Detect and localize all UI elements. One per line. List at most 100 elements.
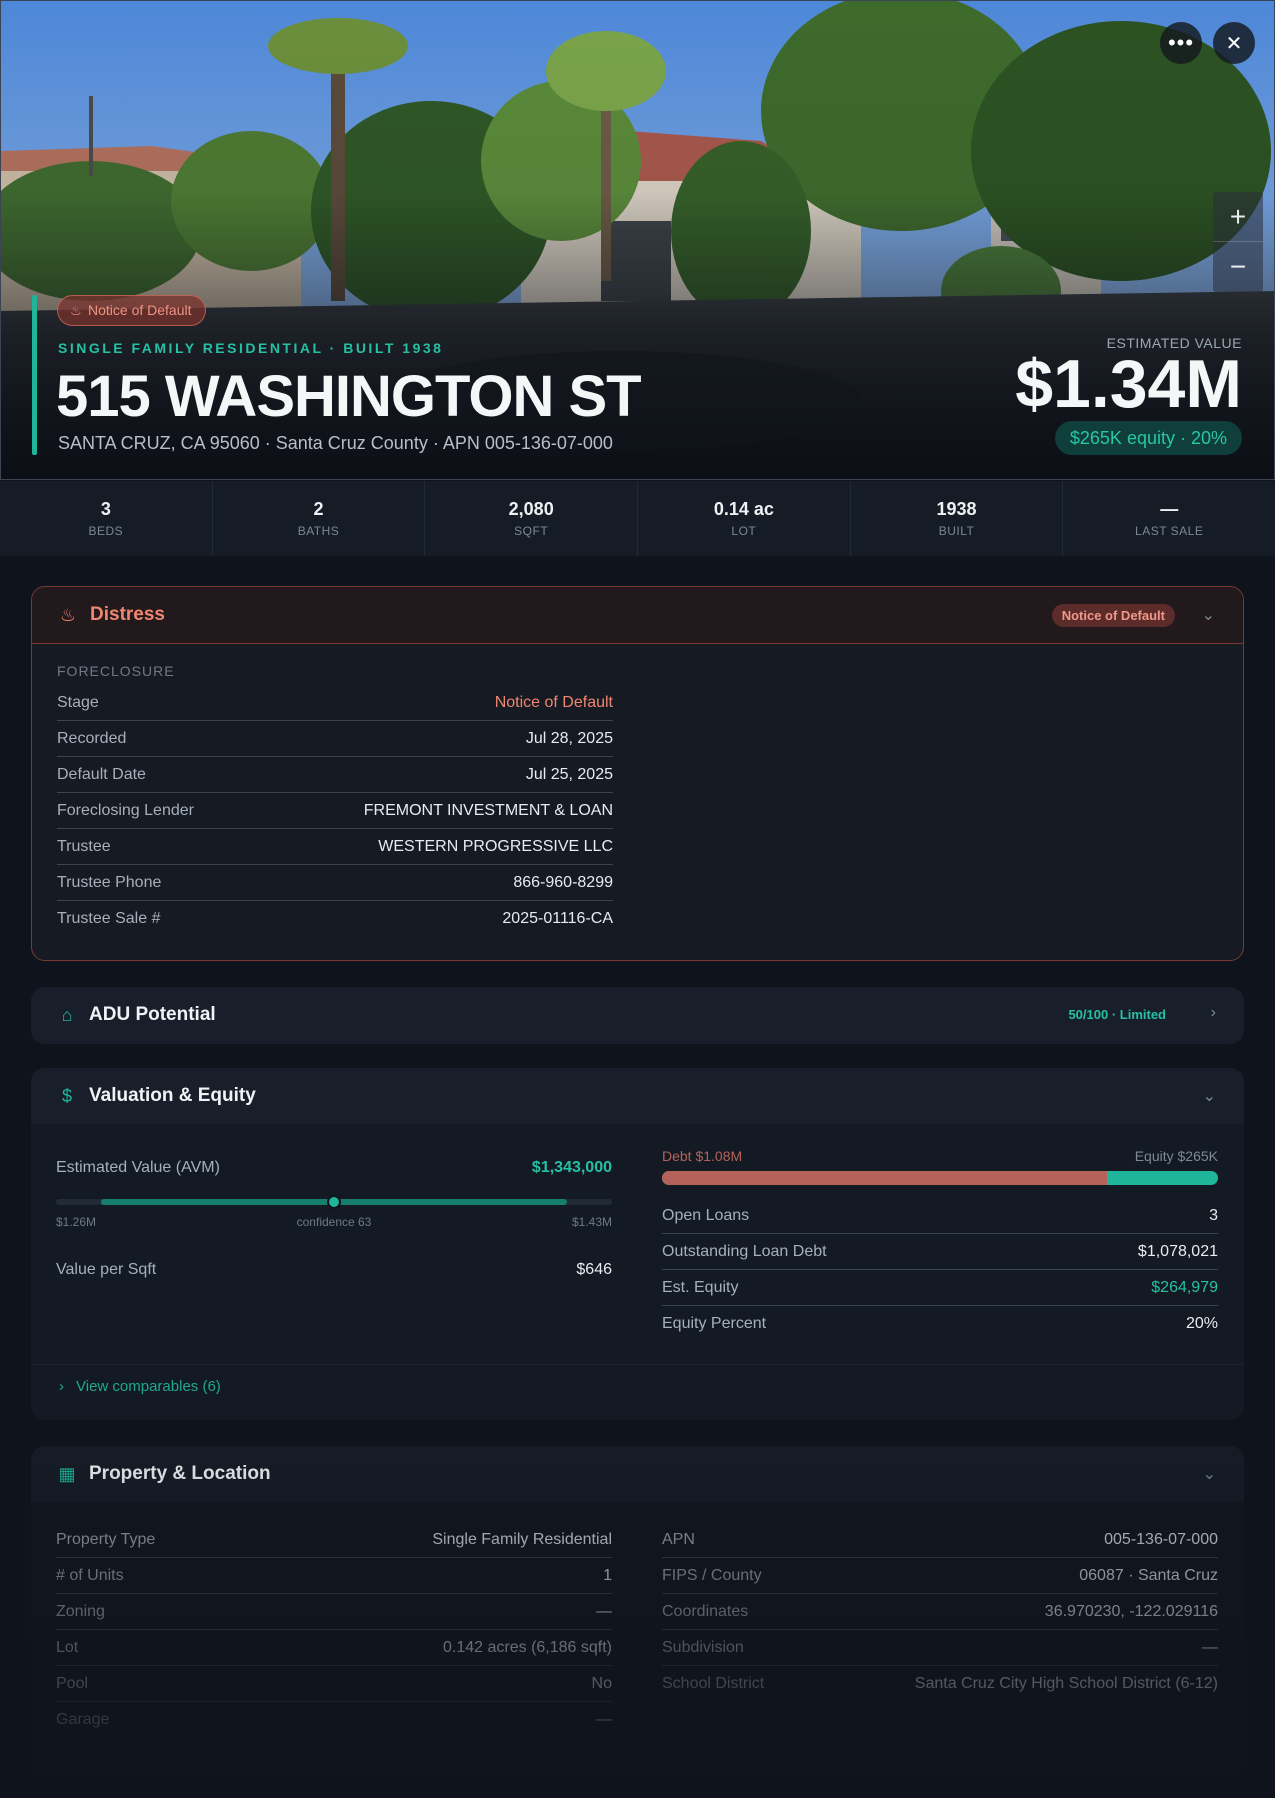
zoom-control: + −	[1213, 192, 1263, 292]
kv-row: Lot 0.142 acres (6,186 sqft)	[56, 1630, 612, 1666]
stat-baths: 2 BATHS	[213, 481, 426, 556]
kv-key: APN	[662, 1530, 695, 1548]
chevron-down-icon[interactable]: ⌄	[1202, 605, 1215, 625]
kv-value: 20%	[1185, 1315, 1218, 1332]
kv-value: FREMONT INVESTMENT & LOAN	[363, 801, 613, 819]
stat-value: —	[1160, 499, 1179, 519]
kv-value: No	[591, 1674, 612, 1692]
building-icon: ▦	[58, 1463, 76, 1484]
stat-label: BATHS	[297, 524, 340, 538]
kv-row: Pool No	[56, 1666, 612, 1702]
kv-key: Open Loans	[662, 1206, 750, 1224]
kv-row: Property Type Single Family Residential	[56, 1522, 612, 1558]
confidence-marker	[327, 1195, 341, 1209]
property-location: SANTA CRUZ, CA 95060 · Santa Cruz County…	[58, 433, 613, 453]
more-horizontal-icon: •••	[1167, 30, 1195, 55]
kv-value: 3	[1209, 1206, 1218, 1224]
kv-row: Trustee WESTERN PROGRESSIVE LLC	[57, 829, 613, 865]
stat-value: 0.14 ac	[713, 499, 774, 519]
kv-key: # of Units	[56, 1566, 124, 1584]
valuation-title: Valuation & Equity	[89, 1085, 256, 1106]
stat-label: SQFT	[514, 524, 549, 538]
kv-row: Zoning —	[56, 1594, 612, 1630]
range-low: $1.26M	[56, 1215, 97, 1229]
adu-header[interactable]: ⌂ ADU Potential 50/100 · Limited ›	[31, 987, 1244, 1043]
kv-key: Lot	[56, 1638, 79, 1656]
foreclosure-list: FORECLOSURE Stage Notice of Default Recor…	[57, 663, 613, 937]
loan-list: Open Loans 3 Outstanding Loan Debt $1,078,…	[662, 1198, 1218, 1342]
confidence-range	[56, 1194, 612, 1210]
kv-key: Property Type	[56, 1530, 156, 1548]
debt-equity-labels: Debt $1.08M Equity $265K	[662, 1148, 1218, 1164]
range-labels: $1.26M confidence 63 $1.43M	[56, 1215, 612, 1229]
stat-value: 3	[100, 499, 111, 519]
kv-row: Equity Percent 20%	[662, 1306, 1218, 1342]
flame-icon: ♨	[59, 604, 77, 625]
chevron-down-icon[interactable]: ⌄	[1203, 1464, 1216, 1484]
kv-row: Trustee Sale # 2025-01116-CA	[57, 901, 613, 937]
stat-label: BUILT	[938, 524, 975, 538]
kv-value: —	[1202, 1638, 1218, 1656]
stats-bar: 3 BEDS 2 BATHS 2,080 SQFT 0.14 ac LOT 1938 BU…	[0, 481, 1275, 556]
kv-key: Trustee Phone	[57, 873, 162, 891]
stat-value: 1938	[936, 499, 977, 519]
kv-row: School District Santa Cruz City High Scho…	[662, 1666, 1218, 1702]
distress-title: Distress	[90, 604, 165, 625]
valuation-header[interactable]: $ Valuation & Equity ⌄	[31, 1068, 1244, 1124]
kv-row: Foreclosing Lender FREMONT INVESTMENT & L…	[57, 793, 613, 829]
kv-key: Value per Sqft	[56, 1261, 157, 1278]
close-button[interactable]: ✕	[1213, 22, 1255, 64]
kv-value: WESTERN PROGRESSIVE LLC	[378, 837, 613, 855]
kv-row: Garage —	[56, 1702, 612, 1738]
property-right-list: APN 005-136-07-000 FIPS / County 06087 · S…	[662, 1522, 1218, 1702]
kv-key: Stage	[57, 693, 99, 711]
chevron-down-icon[interactable]: ⌄	[1203, 1086, 1216, 1106]
kv-value: 2025-01116-CA	[502, 910, 613, 927]
kv-key: Pool	[56, 1674, 89, 1692]
kv-value: —	[596, 1711, 612, 1728]
kv-key: Equity Percent	[662, 1315, 767, 1332]
property-location-card: ▦ Property & Location ⌄ Property Type Sin…	[31, 1446, 1244, 1798]
property-hero: ••• ✕ + − ♨ Notice of Default SINGLE FAM…	[0, 0, 1275, 480]
property-header[interactable]: ▦ Property & Location ⌄	[31, 1446, 1244, 1502]
kv-key: Outstanding Loan Debt	[662, 1242, 827, 1260]
distress-header[interactable]: ♨ Distress Notice of Default ⌄	[32, 587, 1243, 644]
kv-row: APN 005-136-07-000	[662, 1522, 1218, 1558]
kv-value: $264,979	[1151, 1278, 1218, 1296]
divider	[31, 1364, 1244, 1365]
more-options-button[interactable]: •••	[1160, 22, 1202, 64]
close-icon: ✕	[1225, 32, 1243, 55]
kv-row: Estimated Value (AVM) $1,343,000	[56, 1150, 612, 1186]
avm-block: Estimated Value (AVM) $1,343,000	[56, 1150, 612, 1186]
debt-fill	[662, 1171, 1107, 1185]
debt-equity-bar	[662, 1171, 1218, 1185]
kv-key: Est. Equity	[662, 1278, 739, 1296]
stat-value: 2,080	[508, 499, 554, 519]
kv-value: Jul 28, 2025	[525, 729, 613, 747]
chevron-right-icon[interactable]: ›	[1211, 1004, 1216, 1022]
zoom-out-button[interactable]: −	[1213, 242, 1263, 292]
accent-bar	[32, 295, 37, 455]
property-subtitle: SINGLE FAMILY RESIDENTIAL · BUILT 1938	[58, 340, 444, 356]
kv-key: FIPS / County	[662, 1566, 762, 1584]
stat-built: 1938 BUILT	[851, 481, 1064, 556]
view-comparables-link[interactable]: › View comparables (6)	[59, 1378, 221, 1395]
zoom-in-button[interactable]: +	[1213, 192, 1263, 242]
foreclosure-section-label: FORECLOSURE	[57, 663, 175, 679]
stat-label: LOT	[731, 524, 757, 538]
adu-card[interactable]: ⌂ ADU Potential 50/100 · Limited ›	[31, 987, 1244, 1044]
kv-value: Single Family Residential	[432, 1530, 612, 1548]
valuation-card: $ Valuation & Equity ⌄ Estimated Value (…	[31, 1068, 1244, 1420]
debt-label: Debt $1.08M	[662, 1148, 743, 1164]
equity-label: Equity $265K	[1134, 1148, 1218, 1164]
kv-value: 866-960-8299	[513, 873, 613, 891]
kv-value: 0.142 acres (6,186 sqft)	[443, 1638, 612, 1656]
confidence-label: confidence 63	[296, 1215, 372, 1229]
kv-row: Subdivision —	[662, 1630, 1218, 1666]
kv-key: Default Date	[57, 765, 146, 783]
kv-value: 1	[603, 1566, 612, 1584]
chevron-right-icon: ›	[59, 1378, 64, 1395]
adu-score: 50/100 · Limited	[1068, 1007, 1166, 1022]
stat-sqft: 2,080 SQFT	[425, 481, 639, 556]
stat-last-sale: — LAST SALE	[1063, 481, 1275, 556]
